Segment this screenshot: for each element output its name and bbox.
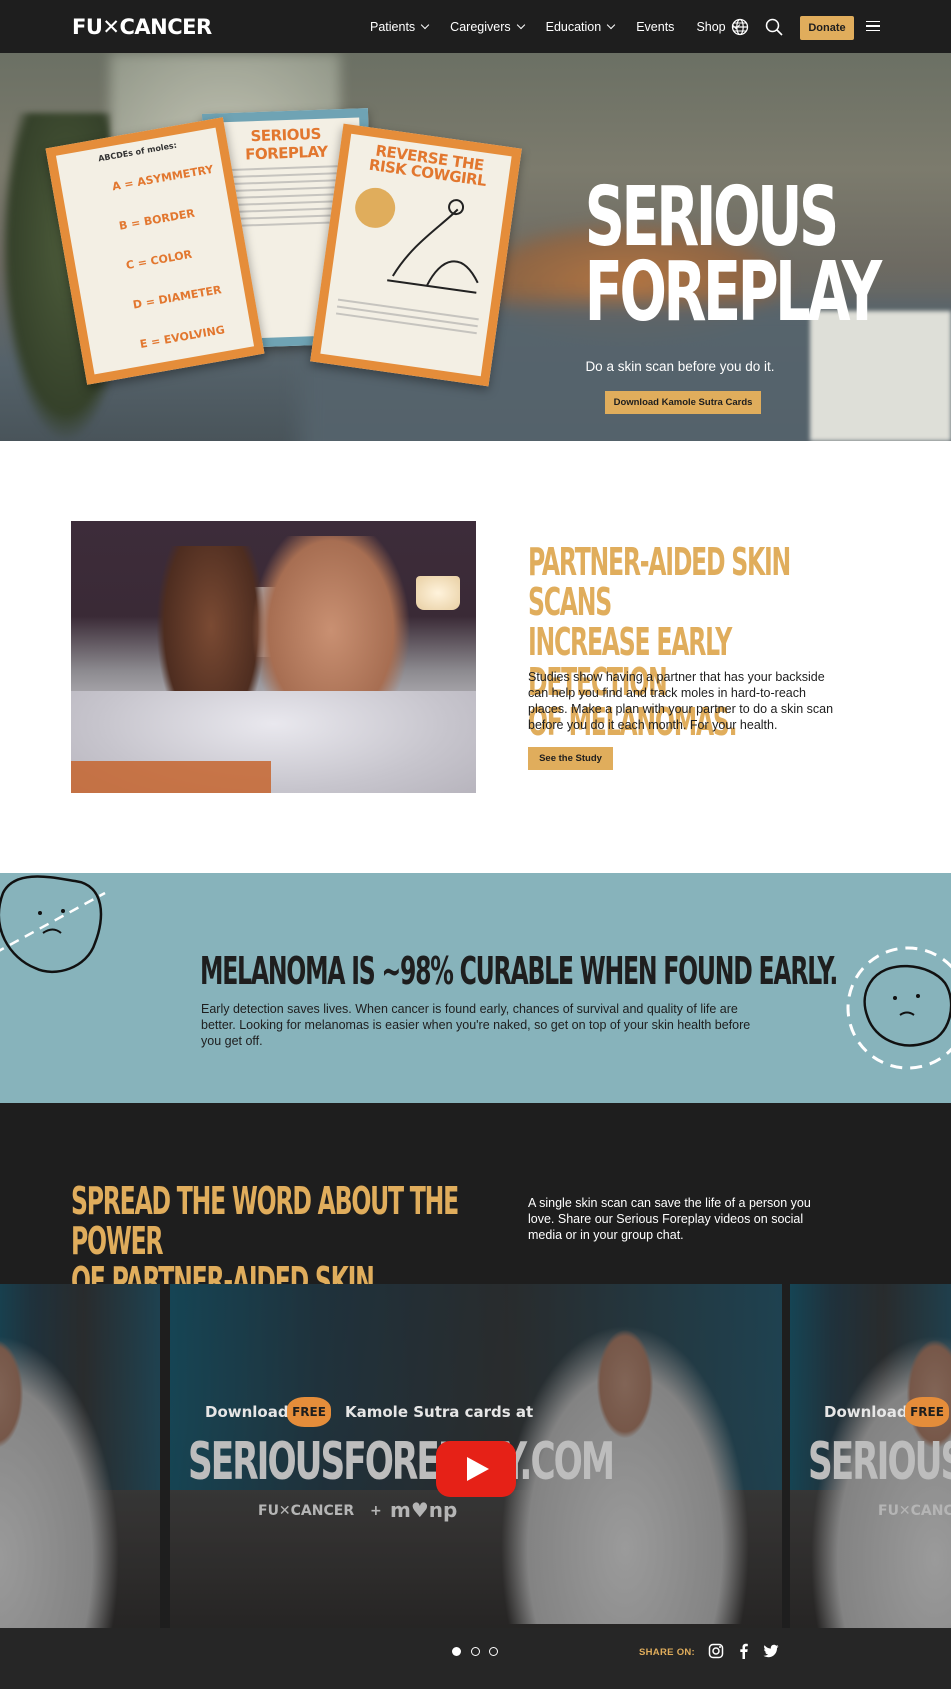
- share-bar: [0, 1628, 951, 1689]
- site-logo[interactable]: FU✕CANCER: [72, 15, 212, 39]
- search-icon[interactable]: [765, 18, 783, 36]
- globe-icon[interactable]: [731, 18, 749, 36]
- main-nav: Patients Caregivers Education Events Sho…: [370, 20, 761, 34]
- hero-title-line: SERIOUS: [584, 170, 839, 265]
- nav-item-patients[interactable]: Patients: [370, 20, 430, 34]
- site-header: FU✕CANCER Patients Caregivers Education …: [0, 0, 951, 53]
- partner-body: Studies show having a partner that has y…: [528, 670, 834, 732]
- video-slide-next[interactable]: Download FREE SERIOUSFOREPLAY.COM FU✕CAN…: [790, 1284, 951, 1628]
- chevron-down-icon: [606, 20, 616, 30]
- heading-line: SPREAD THE WORD ABOUT THE POWER: [71, 1179, 459, 1263]
- instagram-icon[interactable]: [708, 1643, 724, 1659]
- video-kamole-text: Kamole Sutra cards at: [345, 1403, 534, 1421]
- illustration-couple: [355, 187, 479, 294]
- facebook-icon[interactable]: [736, 1643, 752, 1659]
- video-partner-logo-2: m♥np: [390, 1498, 458, 1522]
- video-partner-logo: FU✕CANCER: [258, 1503, 355, 1519]
- nav-label: Events: [636, 20, 675, 34]
- nav-item-caregivers[interactable]: Caregivers: [450, 20, 525, 34]
- spread-body: A single skin scan can save the life of …: [528, 1196, 811, 1242]
- video-carousel: Download FREE Kamole Sutra cards at SERI…: [0, 1284, 951, 1628]
- free-badge: FREE: [905, 1397, 949, 1427]
- video-download-text: Download: [205, 1403, 289, 1421]
- nav-label: Shop: [696, 20, 726, 34]
- share-label: SHARE ON:: [639, 1647, 696, 1658]
- hero-section: SERIOUS FOREPLAY ABCDEs of moles: A = AS…: [0, 53, 951, 441]
- menu-icon[interactable]: [866, 21, 880, 31]
- hero-title-line: FOREPLAY: [584, 245, 882, 341]
- download-cards-button[interactable]: Download Kamole Sutra Cards: [605, 391, 761, 414]
- twitter-icon[interactable]: [763, 1643, 779, 1659]
- nav-label: Education: [545, 20, 602, 34]
- sad-mole-circled-icon: [846, 946, 951, 1070]
- hero-title: SERIOUS FOREPLAY: [584, 170, 882, 341]
- nav-label: Patients: [370, 20, 416, 34]
- carousel-dot-active[interactable]: [452, 1647, 461, 1656]
- youtube-play-button[interactable]: [436, 1441, 516, 1497]
- video-url-text: SERIOUSFOREPLAY.COM: [808, 1432, 951, 1492]
- video-slide-prev[interactable]: [0, 1284, 160, 1628]
- donate-button[interactable]: Donate: [800, 16, 854, 40]
- couple-photo: [71, 521, 476, 793]
- video-url-text: SERIOUSFOREPLAY.COM: [188, 1432, 615, 1492]
- sad-mole-icon: [0, 875, 106, 973]
- video-partner-logo: FU✕CANCER: [878, 1503, 951, 1519]
- melanoma-heading: MELANOMA IS ~98% CURABLE WHEN FOUND EARL…: [200, 949, 838, 993]
- video-download-text: Download: [824, 1403, 908, 1421]
- carousel-dot[interactable]: [471, 1647, 480, 1656]
- melanoma-section: MELANOMA IS ~98% CURABLE WHEN FOUND EARL…: [0, 873, 951, 1103]
- melanoma-body: Early detection saves lives. When cancer…: [201, 1002, 751, 1048]
- nav-label: Caregivers: [450, 20, 511, 34]
- hero-subtitle: Do a skin scan before you do it.: [585, 359, 775, 374]
- nav-item-events[interactable]: Events: [636, 20, 674, 34]
- video-plus: +: [370, 1503, 382, 1519]
- chevron-down-icon: [516, 20, 525, 30]
- card-reverse-cowgirl: REVERSE THE RISK COWGIRL: [310, 123, 522, 387]
- carousel-dot[interactable]: [489, 1647, 498, 1656]
- chevron-down-icon: [420, 20, 430, 30]
- heading-line: PARTNER-AIDED SKIN SCANS: [528, 540, 791, 624]
- free-badge: FREE: [287, 1397, 331, 1427]
- see-study-button[interactable]: See the Study: [528, 747, 613, 770]
- nav-item-education[interactable]: Education: [545, 20, 616, 34]
